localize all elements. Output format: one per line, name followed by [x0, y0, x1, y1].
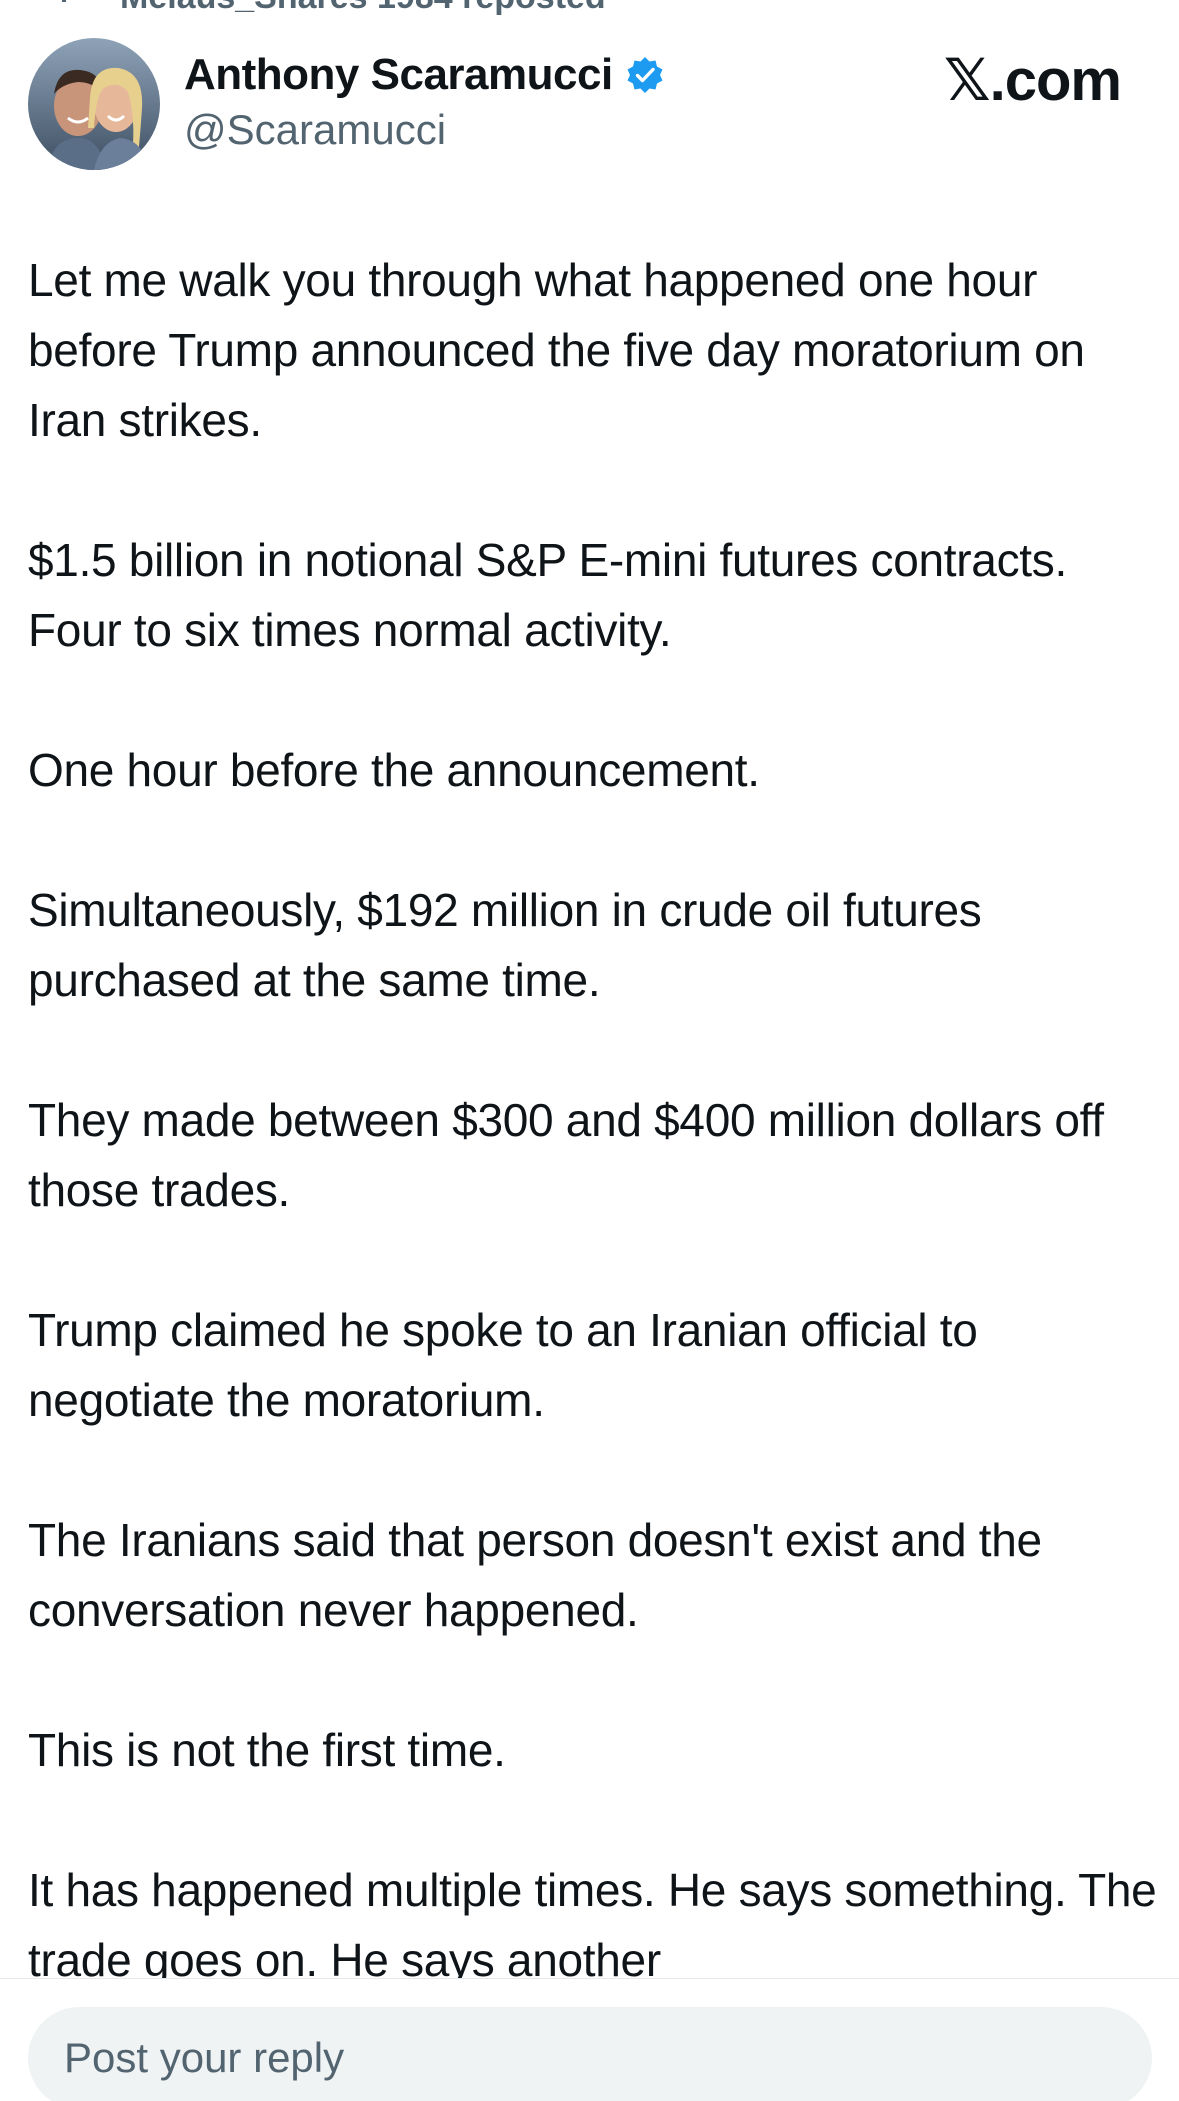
reply-input[interactable]	[28, 2007, 1152, 2101]
tweet-paragraph: Simultaneously, $192 million in crude oi…	[28, 884, 982, 1006]
author-handle[interactable]: @Scaramucci	[184, 106, 446, 154]
tweet-screen: Melaus_Shares 1984 reposted Anthony Scar…	[0, 0, 1179, 2101]
tweet-paragraph: Trump claimed he spoke to an Iranian off…	[28, 1304, 978, 1426]
avatar[interactable]	[28, 38, 160, 170]
tweet-paragraph: $1.5 billion in notional S&P E-mini futu…	[28, 534, 1067, 656]
tweet-paragraph: One hour before the announcement.	[28, 744, 760, 796]
tweet-paragraph: The Iranians said that person doesn't ex…	[28, 1514, 1042, 1636]
tweet-paragraph: This is not the first time.	[28, 1724, 506, 1776]
repost-label[interactable]: Melaus_Shares 1984 reposted	[120, 0, 606, 17]
tweet-text: Let me walk you through what happened on…	[28, 245, 1158, 2065]
tweet-paragraph: It has happened multiple times. He says …	[28, 1864, 1157, 1986]
tweet-paragraph: Let me walk you through what happened on…	[28, 254, 1085, 446]
tweet-paragraph: They made between $300 and $400 million …	[28, 1094, 1104, 1216]
verified-badge-icon	[627, 57, 663, 93]
repost-icon	[62, 0, 66, 2]
author-display-name[interactable]: Anthony Scaramucci	[184, 50, 613, 100]
reply-composer-bar	[0, 1978, 1179, 2101]
x-watermark: 𝕏.com	[943, 48, 1122, 113]
author-name-row[interactable]: Anthony Scaramucci	[184, 50, 665, 100]
